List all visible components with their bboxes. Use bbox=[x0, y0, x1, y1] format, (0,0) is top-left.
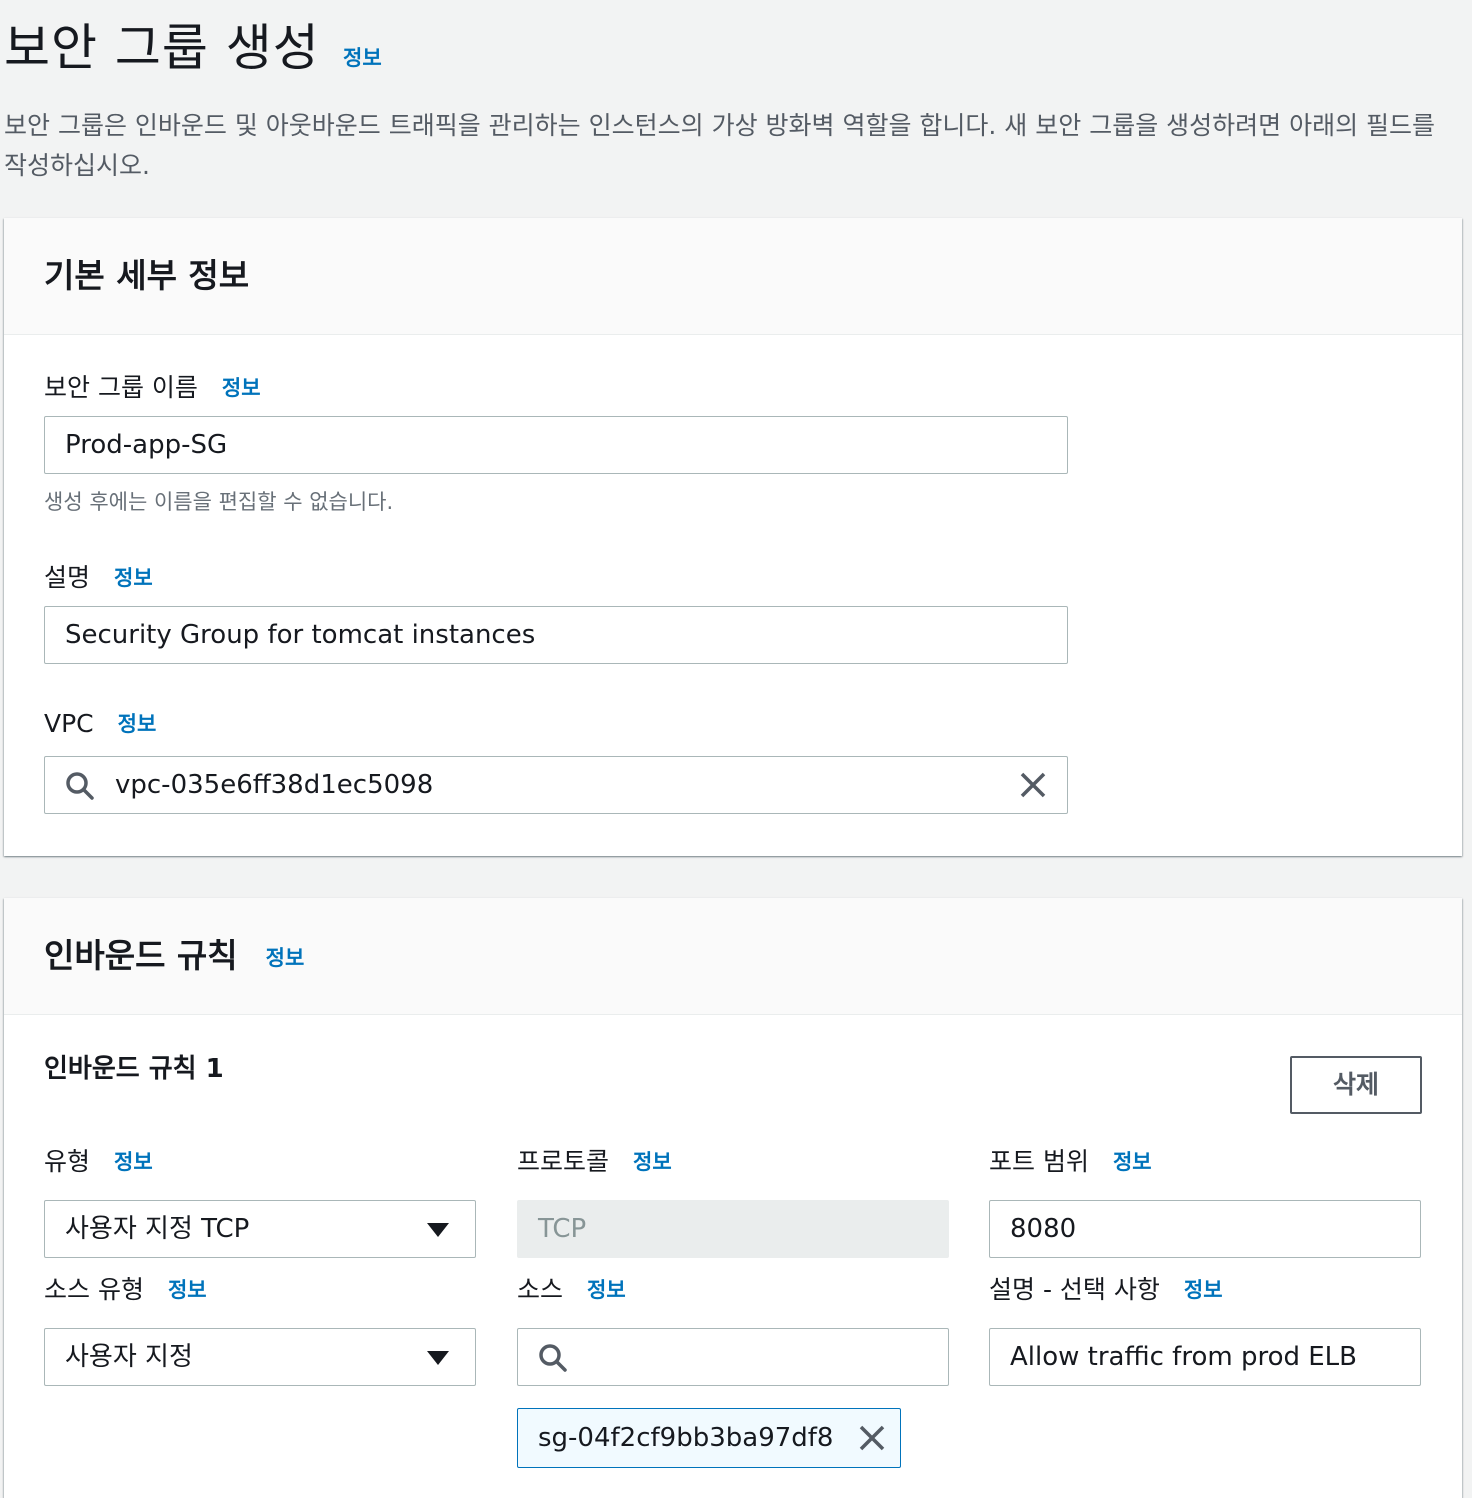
source-type-info-link[interactable]: 정보 bbox=[168, 1278, 207, 1302]
inbound-rules-title-text: 인바운드 규칙 bbox=[44, 936, 238, 975]
caret-down-icon bbox=[427, 1223, 449, 1237]
type-label-text: 유형 bbox=[44, 1147, 91, 1176]
source-search-field[interactable] bbox=[517, 1328, 949, 1386]
sg-name-label: 보안 그룹 이름 정보 bbox=[44, 368, 261, 404]
rule-description-input[interactable]: Allow traffic from prod ELB bbox=[989, 1328, 1421, 1386]
description-label: 설명 정보 bbox=[44, 558, 153, 594]
vpc-label-text: VPC bbox=[44, 709, 94, 738]
rule-title: 인바운드 규칙 1 bbox=[44, 1054, 224, 1084]
basic-details-title: 기본 세부 정보 bbox=[44, 256, 250, 295]
source-token: sg-04f2cf9bb3ba97df8 bbox=[517, 1408, 901, 1468]
search-icon bbox=[539, 1344, 567, 1372]
search-icon bbox=[66, 772, 94, 800]
source-token-label: sg-04f2cf9bb3ba97df8 bbox=[538, 1423, 834, 1453]
inbound-rules-title: 인바운드 규칙 정보 bbox=[44, 929, 304, 977]
type-label: 유형 정보 bbox=[44, 1142, 153, 1178]
sg-name-label-text: 보안 그룹 이름 bbox=[44, 373, 198, 402]
rule-description-label: 설명 - 선택 사항 정보 bbox=[989, 1270, 1223, 1306]
caret-down-icon bbox=[427, 1351, 449, 1365]
sg-name-info-link[interactable]: 정보 bbox=[222, 376, 261, 400]
source-type-label: 소스 유형 정보 bbox=[44, 1270, 207, 1306]
port-range-info-link[interactable]: 정보 bbox=[1113, 1150, 1152, 1174]
sg-name-hint: 생성 후에는 이름을 편집할 수 없습니다. bbox=[44, 490, 394, 514]
basic-details-panel: 기본 세부 정보 보안 그룹 이름 정보 Prod-app-SG 생성 후에는 이… bbox=[4, 218, 1462, 856]
rule-description-label-text: 설명 - 선택 사항 bbox=[989, 1275, 1160, 1304]
port-range-label: 포트 범위 정보 bbox=[989, 1142, 1152, 1178]
description-label-text: 설명 bbox=[44, 563, 91, 592]
protocol-field: TCP bbox=[517, 1200, 949, 1258]
source-label-text: 소스 bbox=[517, 1275, 564, 1304]
page-title: 보안 그룹 생성 bbox=[4, 19, 320, 77]
source-type-select-value: 사용자 지정 bbox=[65, 1342, 193, 1372]
delete-rule-button[interactable]: 삭제 bbox=[1290, 1056, 1422, 1114]
close-icon[interactable] bbox=[1019, 771, 1047, 799]
page-description: 보안 그룹은 인바운드 및 아웃바운드 트래픽을 관리하는 인스턴스의 가상 방… bbox=[4, 111, 1436, 180]
close-icon[interactable] bbox=[858, 1424, 886, 1452]
source-type-select[interactable]: 사용자 지정 bbox=[44, 1328, 476, 1386]
description-info-link[interactable]: 정보 bbox=[114, 566, 153, 590]
page-info-link[interactable]: 정보 bbox=[343, 42, 382, 72]
vpc-info-link[interactable]: 정보 bbox=[118, 712, 157, 736]
protocol-label: 프로토콜 정보 bbox=[517, 1142, 672, 1178]
source-info-link[interactable]: 정보 bbox=[587, 1278, 626, 1302]
source-type-label-text: 소스 유형 bbox=[44, 1275, 144, 1304]
inbound-rules-panel: 인바운드 규칙 정보 인바운드 규칙 1 삭제 유형 정보 프로토콜 정보 포트 범위… bbox=[4, 898, 1462, 1498]
port-range-input[interactable]: 8080 bbox=[989, 1200, 1421, 1258]
rule-description-info-link[interactable]: 정보 bbox=[1184, 1278, 1223, 1302]
vpc-value: vpc-035e6ff38d1ec5098 bbox=[115, 770, 434, 800]
type-select[interactable]: 사용자 지정 TCP bbox=[44, 1200, 476, 1258]
type-select-value: 사용자 지정 TCP bbox=[65, 1214, 250, 1244]
type-info-link[interactable]: 정보 bbox=[114, 1150, 153, 1174]
protocol-label-text: 프로토콜 bbox=[517, 1147, 610, 1176]
protocol-info-link[interactable]: 정보 bbox=[633, 1150, 672, 1174]
vpc-label: VPC 정보 bbox=[44, 708, 156, 738]
description-input[interactable]: Security Group for tomcat instances bbox=[44, 606, 1068, 664]
vpc-search-field[interactable]: vpc-035e6ff38d1ec5098 bbox=[44, 756, 1068, 814]
inbound-info-link[interactable]: 정보 bbox=[266, 946, 305, 970]
basic-details-header: 기본 세부 정보 bbox=[4, 218, 1462, 335]
port-range-label-text: 포트 범위 bbox=[989, 1147, 1089, 1176]
inbound-rules-header: 인바운드 규칙 정보 bbox=[4, 898, 1462, 1015]
sg-name-input[interactable]: Prod-app-SG bbox=[44, 416, 1068, 474]
source-label: 소스 정보 bbox=[517, 1270, 626, 1306]
